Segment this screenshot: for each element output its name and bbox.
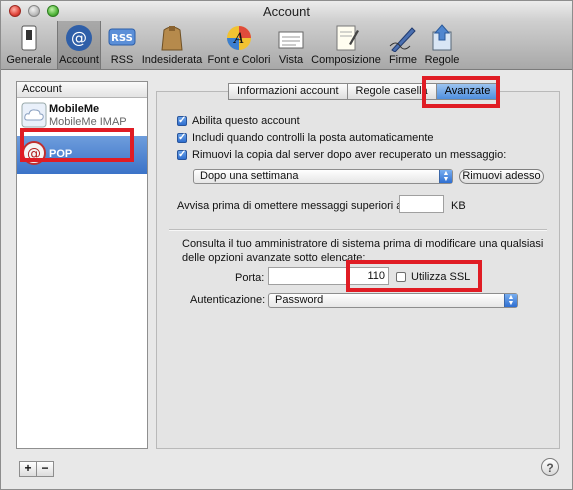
pop-mail-icon: @ — [22, 141, 46, 165]
toolbar-rss[interactable]: RSS RSS — [105, 21, 139, 69]
toolbar-composizione[interactable]: Composizione — [310, 21, 382, 69]
toolbar-label-account: Account — [59, 54, 99, 66]
preferences-toolbar: Generale @ Account RSS RSS Indesiderata — [1, 21, 572, 70]
tab-bar: Informazioni account Regole casella Avanza… — [228, 83, 500, 100]
enable-account-option[interactable]: Abilita questo account — [177, 113, 300, 129]
toolbar-firme[interactable]: Firme — [385, 21, 421, 69]
add-account-button[interactable]: + — [19, 461, 37, 477]
enable-account-label: Abilita questo account — [192, 115, 300, 127]
account-item-pop[interactable]: @ POP — [17, 136, 147, 174]
enable-account-checkbox[interactable] — [177, 113, 187, 128]
help-button[interactable]: ? — [541, 458, 559, 476]
toolbar-label-rss: RSS — [110, 54, 134, 66]
view-icon — [278, 31, 304, 49]
include-check-label: Includi quando controlli la posta automa… — [192, 132, 434, 144]
account-list-buttons: + − — [19, 461, 54, 477]
toolbar-label-regole: Regole — [424, 54, 460, 66]
updown-arrows-icon: ▲ ▼ — [439, 170, 452, 183]
toolbar-regole[interactable]: Regole — [422, 21, 462, 69]
accounts-list: Account MobileMe MobileMe IMAP @ POP — [16, 81, 148, 449]
use-ssl-option[interactable]: Utilizza SSL — [396, 270, 470, 285]
remove-after-popup[interactable]: Dopo una settimana ▲ ▼ — [193, 169, 453, 184]
use-ssl-label: Utilizza SSL — [411, 271, 471, 283]
updown-arrows-icon: ▲ ▼ — [504, 294, 517, 307]
toolbar-indesiderata[interactable]: Indesiderata — [141, 21, 203, 69]
toolbar-label-generale: Generale — [6, 54, 52, 66]
auth-value: Password — [275, 294, 324, 306]
toolbar-label-font-colori: Font e Colori — [207, 54, 271, 66]
include-check-option[interactable]: Includi quando controlli la posta automa… — [177, 130, 434, 146]
use-ssl-checkbox[interactable] — [396, 272, 406, 282]
advanced-note: Consulta il tuo amministratore di sistem… — [182, 238, 544, 264]
account-item-mobileme[interactable]: MobileMe MobileMe IMAP — [17, 98, 147, 136]
svg-text:RSS: RSS — [111, 33, 133, 44]
toolbar-label-firme: Firme — [388, 54, 418, 66]
toolbar-generale[interactable]: Generale — [5, 21, 53, 69]
port-label: Porta: — [235, 272, 265, 284]
warn-size-label: Avvisa prima di omettere messaggi superi… — [177, 200, 403, 212]
tab-regole-casella[interactable]: Regole casella — [346, 83, 437, 100]
accounts-list-header: Account — [17, 82, 147, 98]
remove-copy-checkbox[interactable] — [177, 147, 187, 162]
include-check-checkbox[interactable] — [177, 130, 187, 145]
preferences-window: Account Generale @ Account RSS RSS Indes… — [0, 0, 573, 490]
svg-text:A: A — [232, 31, 244, 47]
account-name: MobileMe — [49, 103, 100, 115]
auth-label: Autenticazione: — [190, 294, 266, 306]
toolbar-label-indesiderata: Indesiderata — [141, 54, 203, 66]
at-sign-icon: @ — [66, 25, 92, 51]
toolbar-font-colori[interactable]: A Font e Colori — [206, 21, 272, 69]
svg-text:@: @ — [71, 28, 87, 47]
switch-icon — [21, 25, 37, 51]
toolbar-label-composizione: Composizione — [311, 54, 381, 66]
tab-informazioni-account[interactable]: Informazioni account — [228, 83, 348, 100]
warn-size-unit: KB — [451, 200, 466, 212]
toolbar-vista[interactable]: Vista — [274, 21, 308, 69]
toolbar-account[interactable]: @ Account — [57, 21, 101, 69]
warn-size-field[interactable] — [399, 195, 444, 213]
toolbar-label-vista: Vista — [278, 54, 304, 66]
account-type: MobileMe IMAP — [49, 116, 127, 128]
signature-pen-icon — [389, 27, 416, 52]
remove-copy-option[interactable]: Rimuovi la copia dal server dopo aver re… — [177, 147, 507, 163]
trash-bag-icon — [161, 26, 183, 51]
rss-icon: RSS — [108, 28, 136, 46]
port-field[interactable]: 110 — [268, 267, 389, 285]
remove-after-value: Dopo una settimana — [200, 170, 299, 182]
remove-copy-label: Rimuovi la copia dal server dopo aver re… — [192, 149, 507, 161]
tab-avanzate[interactable]: Avanzate — [435, 83, 500, 100]
section-separator — [169, 229, 547, 231]
svg-text:@: @ — [27, 146, 41, 162]
cloud-icon — [21, 102, 47, 128]
account-name: POP — [49, 148, 73, 160]
font-colors-icon: A — [227, 26, 251, 50]
compose-icon — [336, 25, 359, 51]
remove-now-button[interactable]: Rimuovi adesso — [459, 169, 544, 184]
title-bar: Account — [1, 1, 572, 21]
window-title: Account — [263, 4, 310, 19]
rules-icon — [432, 24, 452, 51]
remove-account-button[interactable]: − — [36, 461, 54, 477]
auth-popup[interactable]: Password ▲ ▼ — [268, 293, 518, 308]
